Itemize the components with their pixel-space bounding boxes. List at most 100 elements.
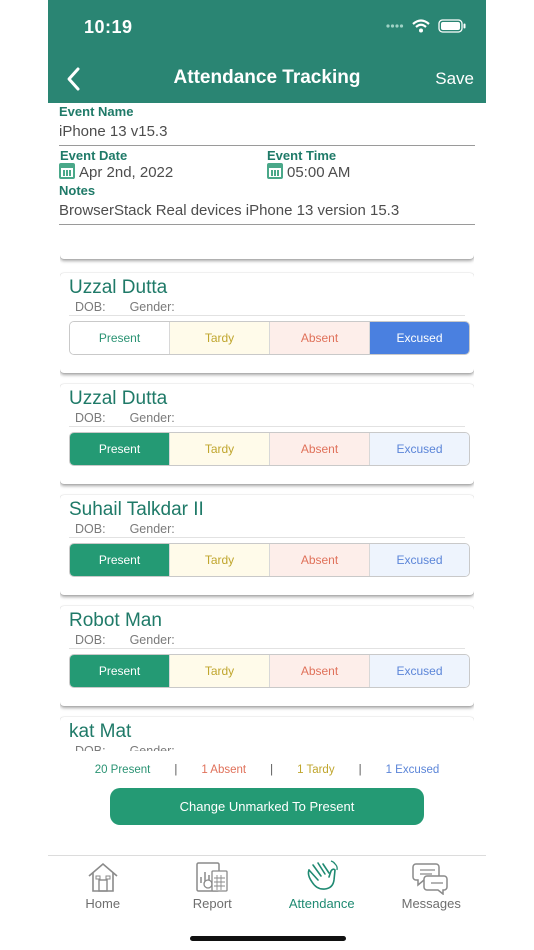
student-name: Uzzal Dutta	[69, 388, 168, 409]
status-time: 10:19	[84, 17, 133, 37]
event-time-group: Event Time 05:00 AM	[267, 148, 350, 181]
student-meta: DOB: Gender:	[75, 300, 175, 314]
tab-home[interactable]: Home	[48, 856, 158, 915]
present-button[interactable]: Present	[70, 544, 170, 576]
report-icon	[196, 862, 228, 892]
tab-messages[interactable]: Messages	[377, 856, 487, 915]
absent-button[interactable]: Absent	[270, 544, 370, 576]
excused-count: 1 Excused	[385, 764, 440, 776]
separator: |	[358, 764, 362, 776]
notes-field[interactable]: BrowserStack Real devices iPhone 13 vers…	[59, 202, 475, 219]
event-name-field[interactable]: iPhone 13 v15.3	[59, 123, 475, 140]
present-count: 20 Present	[94, 764, 151, 776]
calendar-icon	[59, 163, 75, 179]
tab-attendance-label: Attendance	[288, 896, 355, 911]
present-button[interactable]: Present	[70, 433, 170, 465]
attendance-selector: Present Tardy Absent Excused	[69, 543, 470, 577]
battery-icon	[438, 19, 466, 33]
status-icons	[386, 19, 466, 33]
gender-label: Gender:	[129, 744, 175, 751]
student-name: Uzzal Dutta	[69, 277, 168, 298]
excused-button[interactable]: Excused	[370, 655, 469, 687]
attendance-screen: 10:19 Attendance Tracking Save Event Nam	[48, 0, 486, 950]
student-card: Uzzal Dutta DOB: Gender: Present Tardy Absent…	[60, 273, 474, 373]
tab-report[interactable]: Report	[158, 856, 268, 915]
dob-label: DOB:	[75, 300, 106, 314]
event-form: Event Name iPhone 13 v15.3 Event Date Ap…	[59, 103, 475, 225]
tab-messages-label: Messages	[401, 896, 461, 911]
present-button[interactable]: Present	[70, 655, 170, 687]
dob-label: DOB:	[75, 522, 106, 536]
dob-label: DOB:	[75, 744, 106, 751]
excused-button[interactable]: Excused	[370, 544, 469, 576]
event-time-field[interactable]: 05:00 AM	[267, 163, 350, 181]
dob-label: DOB:	[75, 633, 106, 647]
student-card: Robot Man DOB: Gender: Present Tardy Absent Ex…	[60, 606, 474, 706]
calendar-icon	[267, 163, 283, 179]
absent-button[interactable]: Absent	[270, 322, 370, 354]
change-unmarked-to-present-button[interactable]: Change Unmarked To Present	[110, 788, 424, 825]
tab-attendance[interactable]: Attendance	[267, 856, 377, 915]
event-date-label: Event Date	[60, 148, 128, 163]
divider	[69, 315, 465, 316]
attendance-selector: Present Tardy Absent Excused	[69, 321, 470, 355]
student-card: Suhail Talkdar II DOB: Gender: Present Tardy…	[60, 495, 474, 595]
messages-icon	[412, 863, 448, 895]
divider	[59, 145, 475, 146]
gender-label: Gender:	[129, 522, 175, 536]
divider	[69, 648, 465, 649]
student-name: kat Mat	[69, 721, 132, 742]
student-meta: DOB: Gender:	[75, 744, 175, 751]
tab-bar: Home Report Attendance Messages	[48, 855, 486, 915]
student-card	[60, 244, 474, 259]
separator: |	[174, 764, 178, 776]
tardy-button[interactable]: Tardy	[170, 322, 270, 354]
absent-button[interactable]: Absent	[270, 433, 370, 465]
event-time-value: 05:00 AM	[287, 164, 351, 181]
divider	[69, 537, 465, 538]
absent-button[interactable]: Absent	[270, 655, 370, 687]
excused-button[interactable]: Excused	[370, 322, 469, 354]
attendance-selector: Present Tardy Absent Excused	[69, 432, 470, 466]
header: 10:19 Attendance Tracking Save	[48, 0, 486, 103]
student-name: Suhail Talkdar II	[69, 499, 204, 520]
page-title: Attendance Tracking	[173, 67, 361, 88]
date-time-row: Event Date Apr 2nd, 2022 Event Time 05:0…	[59, 148, 475, 181]
student-name: Robot Man	[69, 610, 162, 631]
event-date-group: Event Date Apr 2nd, 2022	[59, 148, 267, 181]
student-meta: DOB: Gender:	[75, 633, 175, 647]
tardy-count: 1 Tardy	[297, 764, 335, 776]
event-name-label: Event Name	[59, 104, 134, 119]
student-meta: DOB: Gender:	[75, 411, 175, 425]
gender-label: Gender:	[129, 633, 175, 647]
save-button[interactable]: Save	[435, 69, 474, 89]
student-card: Uzzal Dutta DOB: Gender: Present Tardy Absent…	[60, 384, 474, 484]
absent-count: 1 Absent	[201, 764, 247, 776]
home-icon	[88, 862, 118, 892]
tardy-button[interactable]: Tardy	[170, 433, 270, 465]
event-time-label: Event Time	[267, 148, 337, 163]
event-date-field[interactable]: Apr 2nd, 2022	[59, 163, 267, 181]
gender-label: Gender:	[129, 411, 175, 425]
separator: |	[270, 764, 274, 776]
home-indicator	[190, 936, 346, 941]
cellular-icon	[386, 24, 404, 28]
student-list[interactable]: Uzzal Dutta DOB: Gender: Present Tardy Absent…	[60, 244, 474, 751]
tab-report-label: Report	[192, 896, 232, 911]
dob-label: DOB:	[75, 411, 106, 425]
divider	[69, 426, 465, 427]
attendance-summary: 20 Present | 1 Absent | 1 Tardy | 1 Excu…	[48, 764, 486, 776]
excused-button[interactable]: Excused	[370, 433, 469, 465]
wifi-icon	[412, 19, 430, 33]
event-date-value: Apr 2nd, 2022	[79, 164, 174, 181]
gender-label: Gender:	[129, 300, 175, 314]
attendance-selector: Present Tardy Absent Excused	[69, 654, 470, 688]
tardy-button[interactable]: Tardy	[170, 655, 270, 687]
tab-home-label: Home	[85, 896, 121, 911]
present-button[interactable]: Present	[70, 322, 170, 354]
student-card: kat MatDOB:Gender:PresentTardyAbsentExcu…	[60, 717, 474, 751]
tardy-button[interactable]: Tardy	[170, 544, 270, 576]
divider	[59, 224, 475, 225]
student-meta: DOB: Gender:	[75, 522, 175, 536]
notes-label: Notes	[59, 183, 96, 198]
